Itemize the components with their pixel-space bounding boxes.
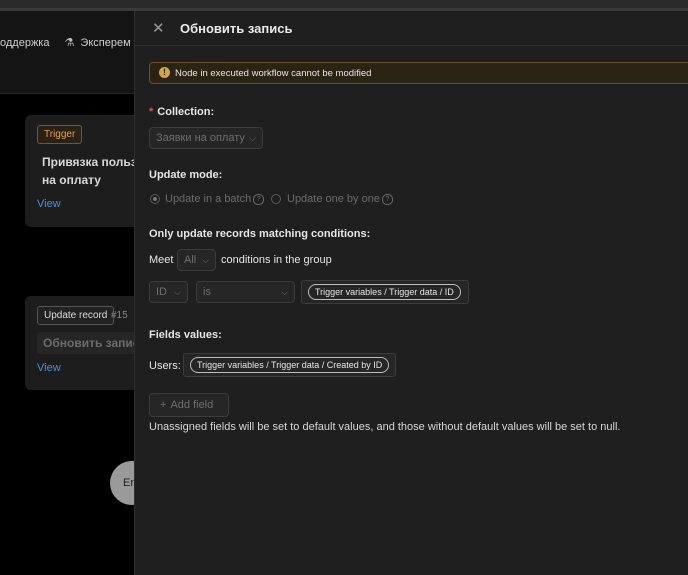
collection-select-value: Заявки на оплату xyxy=(156,132,245,144)
condition-operator-select[interactable]: is ⌵ xyxy=(196,281,295,303)
meet-select[interactable]: All ⌵ xyxy=(177,249,216,271)
meet-prefix: Meet xyxy=(149,254,174,266)
help-icon[interactable]: ? xyxy=(381,194,393,205)
close-icon[interactable]: ✕ xyxy=(152,19,165,37)
window-top-strip xyxy=(0,0,688,8)
variable-tag[interactable]: Trigger variables / Trigger data / ID xyxy=(308,284,461,300)
update-record-node[interactable]: Update record #15 Обновить запись View xyxy=(25,296,163,390)
radio-update-in-batch-label[interactable]: Update in a batch? xyxy=(165,193,265,205)
trigger-node[interactable]: Trigger Привязка пользо на оплату View xyxy=(25,115,145,227)
meet-select-value: All xyxy=(184,254,197,266)
condition-value-input[interactable]: Trigger variables / Trigger data / ID xyxy=(301,280,469,304)
trigger-node-title: Привязка пользо на оплату xyxy=(42,153,144,189)
help-icon[interactable]: ? xyxy=(253,194,265,205)
trigger-view-link[interactable]: View xyxy=(37,198,61,210)
conditions-label: Only update records matching conditions: xyxy=(149,228,371,240)
chevron-down-icon: ⌵ xyxy=(174,287,181,297)
warning-alert: ! Node in executed workflow cannot be mo… xyxy=(149,62,688,84)
add-field-button[interactable]: + Add field xyxy=(149,393,229,417)
beaker-icon: ⚗ xyxy=(64,37,75,49)
condition-operator-value: is xyxy=(203,286,211,298)
update-view-link[interactable]: View xyxy=(37,362,61,374)
collection-label-text: Collection: xyxy=(157,106,215,118)
radio-update-one-by-one[interactable] xyxy=(271,194,281,204)
plus-icon: + xyxy=(160,399,167,411)
update-record-tag: Update record xyxy=(37,306,115,325)
condition-field-value: ID xyxy=(156,286,167,298)
warning-icon: ! xyxy=(159,67,170,78)
users-field-label: Users: xyxy=(149,360,181,372)
users-field-input[interactable]: Trigger variables / Trigger data / Creat… xyxy=(183,353,396,377)
update-record-drawer: ✕ Обновить запись ! Node in executed wor… xyxy=(134,11,688,575)
chevron-down-icon: ⌵ xyxy=(202,255,209,265)
drawer-header: ✕ Обновить запись xyxy=(135,11,688,46)
trigger-title-line1: Привязка пользо xyxy=(42,155,144,169)
trigger-tag: Trigger xyxy=(37,125,83,144)
drawer-title: Обновить запись xyxy=(180,21,293,36)
update-mode-label: Update mode: xyxy=(149,169,223,181)
node-number: #15 xyxy=(111,310,128,321)
header-nav: оддержка ⚗ Эксперем xyxy=(0,36,131,49)
chevron-down-icon: ⌵ xyxy=(249,133,256,143)
add-field-label: Add field xyxy=(170,399,214,411)
unassigned-fields-hint: Unassigned fields will be set to default… xyxy=(149,421,621,433)
fields-values-label: Fields values: xyxy=(149,329,222,341)
nav-experiments-link[interactable]: Эксперем xyxy=(80,37,130,49)
app-header: оддержка ⚗ Эксперем xyxy=(0,11,134,94)
radio-update-in-batch[interactable] xyxy=(150,194,160,204)
variable-tag[interactable]: Trigger variables / Trigger data / Creat… xyxy=(190,357,390,373)
alert-text: Node in executed workflow cannot be modi… xyxy=(175,68,372,79)
radio-update-one-by-one-label[interactable]: Update one by one? xyxy=(287,193,393,205)
condition-field-select[interactable]: ID ⌵ xyxy=(149,281,188,303)
meet-suffix: conditions in the group xyxy=(221,254,332,266)
nav-support-link[interactable]: оддержка xyxy=(0,37,49,49)
collection-select[interactable]: Заявки на оплату ⌵ xyxy=(149,127,263,149)
collection-label: * Collection: xyxy=(149,106,214,118)
chevron-down-icon: ⌵ xyxy=(281,287,288,297)
trigger-title-line2: на оплату xyxy=(42,173,101,187)
required-mark: * xyxy=(149,106,154,118)
